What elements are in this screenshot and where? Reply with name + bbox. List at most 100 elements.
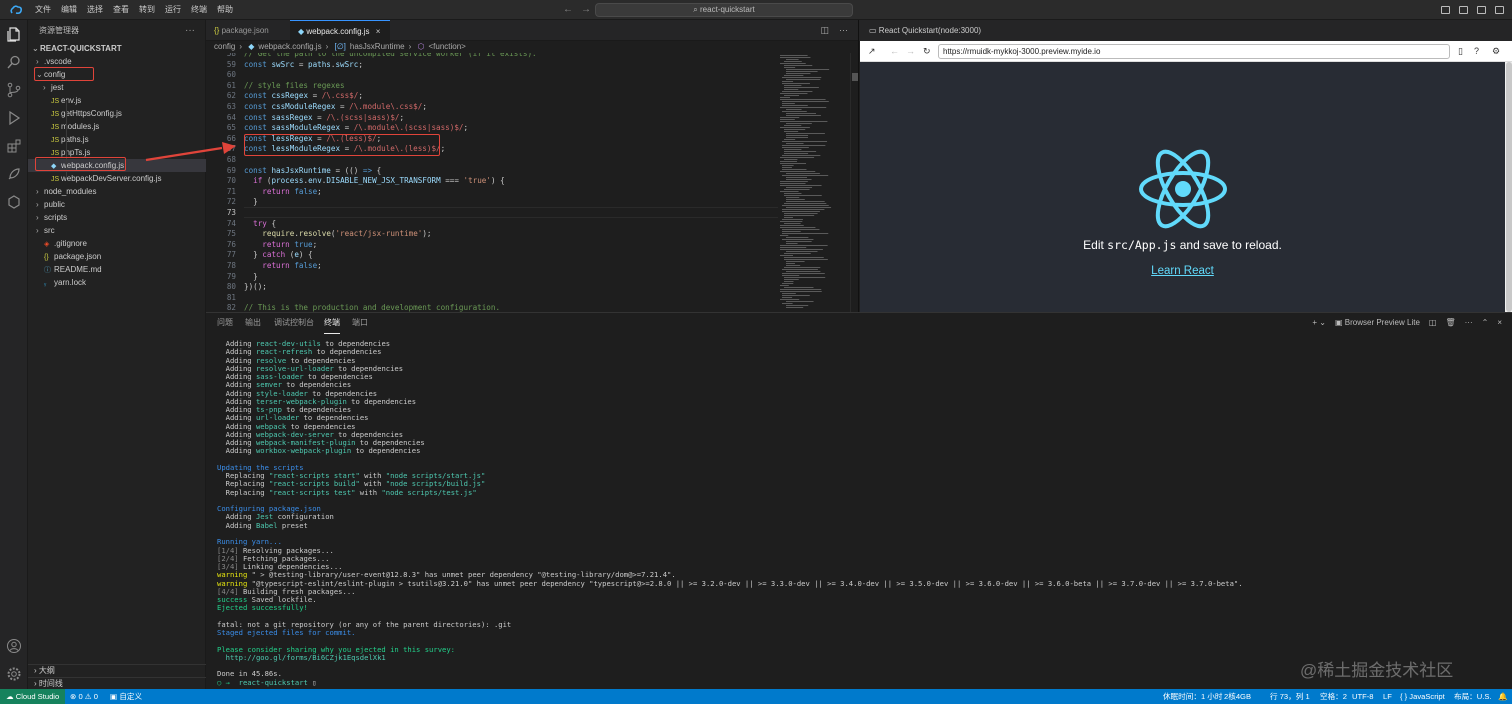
menu-run[interactable]: 运行 bbox=[160, 0, 186, 20]
tree-item[interactable]: JS getHttpsConfig.js bbox=[28, 107, 206, 120]
close-tab-icon[interactable]: × bbox=[376, 27, 381, 36]
extensions-icon[interactable] bbox=[6, 138, 22, 154]
menu-edit[interactable]: 编辑 bbox=[56, 0, 82, 20]
minimap-line bbox=[782, 167, 792, 168]
learn-react-link[interactable]: Learn React bbox=[860, 265, 1505, 277]
minimap[interactable] bbox=[778, 53, 850, 312]
breadcrumb-item[interactable]: <function> bbox=[428, 42, 465, 51]
menu-terminal[interactable]: 终端 bbox=[186, 0, 212, 20]
tree-item[interactable]: ᵧ yarn.lock bbox=[28, 276, 206, 289]
more-actions-icon[interactable]: ··· bbox=[839, 20, 848, 41]
reload-icon[interactable]: ↻ bbox=[923, 45, 931, 57]
timeline-section[interactable]: › 时间线 bbox=[28, 677, 206, 689]
forward-icon[interactable]: → bbox=[906, 45, 915, 57]
split-editor-icon[interactable]: ◫ bbox=[820, 20, 829, 41]
back-arrow-icon[interactable]: ← bbox=[563, 0, 573, 20]
tree-item[interactable]: › src bbox=[28, 224, 206, 237]
indentation[interactable]: 空格：2 bbox=[1320, 689, 1347, 704]
search-icon[interactable] bbox=[6, 54, 22, 70]
breadcrumb-item[interactable]: webpack.config.js bbox=[258, 42, 321, 51]
more-actions-icon[interactable]: ··· bbox=[1465, 313, 1473, 333]
maximize-panel-icon[interactable]: ⌃ bbox=[1482, 313, 1489, 333]
command-center[interactable]: ⌕ react-quickstart bbox=[595, 3, 853, 17]
forward-arrow-icon[interactable]: → bbox=[581, 0, 591, 20]
explorer-icon[interactable] bbox=[6, 26, 22, 42]
more-actions-icon[interactable]: ··· bbox=[185, 20, 195, 42]
tab-output[interactable]: 输出 bbox=[245, 313, 261, 333]
tree-item[interactable]: JS env.js bbox=[28, 94, 206, 107]
tree-item[interactable]: › jest bbox=[28, 81, 206, 94]
explorer-root[interactable]: ⌄REACT-QUICKSTART bbox=[28, 42, 206, 55]
menu-view[interactable]: 查看 bbox=[108, 0, 134, 20]
tab-package-json[interactable]: {} package.json bbox=[206, 20, 290, 41]
tree-item[interactable]: › node_modules bbox=[28, 185, 206, 198]
close-panel-icon[interactable]: × bbox=[1497, 313, 1502, 333]
bell-icon[interactable]: 🔔 bbox=[1498, 689, 1507, 704]
tab-problems[interactable]: 问题 bbox=[217, 313, 233, 333]
help-icon[interactable]: ? bbox=[1474, 45, 1479, 57]
tree-item[interactable]: JS modules.js bbox=[28, 120, 206, 133]
cursor-position[interactable]: 行 73，列 1 bbox=[1270, 689, 1310, 704]
tree-item[interactable]: › public bbox=[28, 198, 206, 211]
problems-indicator[interactable]: ⊗ 0 ⚠ 0 bbox=[70, 689, 98, 704]
menu-file[interactable]: 文件 bbox=[30, 0, 56, 20]
source-control-icon[interactable] bbox=[6, 82, 22, 98]
tab-terminal[interactable]: 终端 bbox=[324, 313, 340, 334]
outline-section[interactable]: › 大纲 bbox=[28, 664, 206, 676]
menu-help[interactable]: 帮助 bbox=[212, 0, 238, 20]
tab-debug-console[interactable]: 调试控制台 bbox=[274, 313, 314, 333]
tab-ports[interactable]: 端口 bbox=[352, 313, 368, 333]
tab-webpack-config[interactable]: ◆ webpack.config.js × bbox=[290, 20, 390, 41]
preview-scrollbar[interactable] bbox=[1505, 62, 1512, 312]
rest-time[interactable]: 休眠时间：1 小时 bbox=[1163, 689, 1223, 704]
toggle-secondary-sidebar-icon[interactable] bbox=[1477, 6, 1486, 14]
minimap-line bbox=[784, 125, 802, 126]
tree-item[interactable]: ⓘ README.md bbox=[28, 263, 206, 276]
toggle-panel-icon[interactable] bbox=[1459, 6, 1468, 14]
menu-go[interactable]: 转到 bbox=[134, 0, 160, 20]
open-external-icon[interactable]: ↗ bbox=[868, 45, 876, 57]
tree-item[interactable]: JS webpackDevServer.config.js bbox=[28, 172, 206, 185]
cpu-mem[interactable]: 2核4GB bbox=[1224, 689, 1251, 704]
scrollbar-thumb[interactable] bbox=[1506, 62, 1512, 312]
minimap-line bbox=[782, 295, 810, 296]
terminal-selector[interactable]: ▣ Browser Preview Lite bbox=[1335, 313, 1420, 333]
terminal-output[interactable]: Adding react-dev-utils to dependencies A… bbox=[217, 339, 1507, 690]
rocket-icon[interactable] bbox=[6, 166, 22, 182]
customize-layout-icon[interactable] bbox=[1495, 6, 1504, 14]
preview-tab[interactable]: ▭ React Quickstart(node:3000) bbox=[869, 20, 981, 41]
editor-scrollbar[interactable] bbox=[850, 53, 858, 312]
back-icon[interactable]: ← bbox=[890, 45, 899, 57]
breadcrumb-item[interactable]: config bbox=[214, 42, 235, 51]
minimap-line bbox=[786, 79, 821, 80]
run-debug-icon[interactable] bbox=[6, 110, 22, 126]
account-icon[interactable] bbox=[6, 638, 22, 654]
split-terminal-icon[interactable]: ◫ bbox=[1429, 313, 1437, 333]
minimap-line bbox=[782, 297, 793, 298]
menu-selection[interactable]: 选择 bbox=[82, 0, 108, 20]
custom-indicator[interactable]: ▣ 自定义 bbox=[110, 689, 142, 704]
tree-item[interactable]: ◈ .gitignore bbox=[28, 237, 206, 250]
url-input[interactable] bbox=[938, 44, 1450, 59]
settings-gear-icon[interactable]: ⚙ bbox=[1492, 45, 1500, 57]
remote-explorer-icon[interactable] bbox=[6, 194, 22, 210]
settings-gear-icon[interactable] bbox=[6, 666, 22, 682]
activity-bar bbox=[0, 20, 28, 689]
tree-item[interactable]: {} package.json bbox=[28, 250, 206, 263]
language-mode[interactable]: { } JavaScript bbox=[1400, 689, 1445, 704]
code-editor[interactable]: 58 // Get the path to the uncompiled serv… bbox=[206, 53, 858, 312]
breadcrumb-item[interactable]: hasJsxRuntime bbox=[350, 42, 405, 51]
minimap-line bbox=[786, 201, 825, 202]
tree-item[interactable]: › scripts bbox=[28, 211, 206, 224]
new-terminal-icon[interactable]: + ⌄ bbox=[1312, 313, 1326, 333]
keyboard-layout[interactable]: 布局：U.S. bbox=[1454, 689, 1492, 704]
minimap-line bbox=[784, 189, 810, 190]
trash-icon[interactable]: 🗑 bbox=[1445, 313, 1455, 333]
encoding[interactable]: UTF-8 bbox=[1352, 689, 1374, 704]
toggle-sidebar-icon[interactable] bbox=[1441, 6, 1450, 14]
devtools-icon[interactable]: ▯ bbox=[1458, 45, 1463, 57]
minimap-line bbox=[780, 117, 800, 118]
custom-label: 自定义 bbox=[119, 692, 143, 701]
end-of-line[interactable]: LF bbox=[1383, 689, 1392, 704]
remote-indicator[interactable]: ☁ Cloud Studio bbox=[0, 689, 66, 704]
